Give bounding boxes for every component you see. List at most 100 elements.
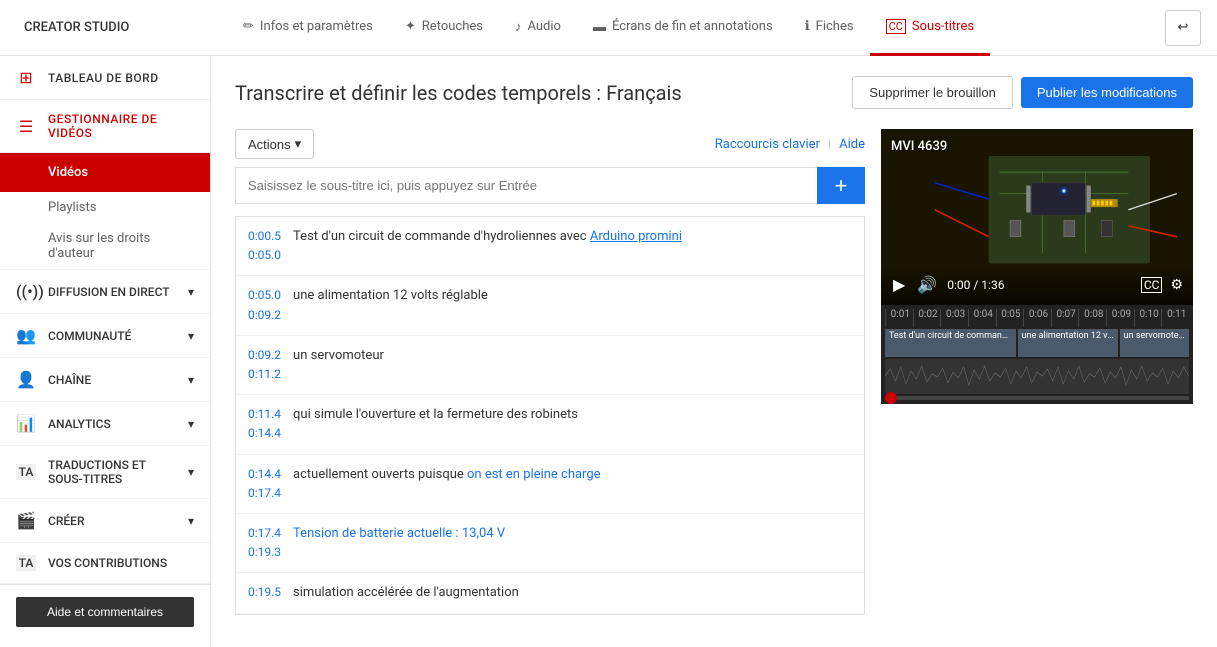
- sidebar: ⊞ TABLEAU DE BORD ☰ GESTIONNAIRE DE VIDÉ…: [0, 56, 211, 647]
- subtitle-area: Actions ▾ Raccourcis clavier | Aide +: [235, 129, 1193, 615]
- top-nav: CREATOR STUDIO ✏ Infos et paramètres ✦ R…: [0, 0, 1217, 56]
- sidebar-item-playlists[interactable]: Playlists: [0, 192, 210, 223]
- page-header: Transcrire et définir les codes temporel…: [235, 76, 1193, 109]
- subtitle-entry-7[interactable]: 0:19.5 simulation accélérée de l'augment…: [236, 573, 864, 614]
- header-actions: Supprimer le brouillon Publier les modif…: [852, 76, 1193, 109]
- subtitle-entry-6[interactable]: 0:17.4 0:19.3 Tension de batterie actuel…: [236, 514, 864, 573]
- subtitle-entry-3[interactable]: 0:09.2 0:11.2 un servomoteur: [236, 336, 864, 395]
- delete-draft-button[interactable]: Supprimer le brouillon: [852, 76, 1012, 109]
- subtitle-input[interactable]: [235, 167, 817, 204]
- video-overlay: MVI 4639 ▶ 🔊 0:00 / 1:36 CC ⚙: [881, 129, 1193, 305]
- sidebar-item-chaine[interactable]: 👤 CHAÎNE ▾: [0, 358, 210, 402]
- mark-004: 0:04: [968, 309, 996, 327]
- community-icon: 👥: [16, 326, 36, 345]
- publish-button[interactable]: Publier les modifications: [1021, 77, 1193, 108]
- captions-toggle[interactable]: CC: [1141, 277, 1163, 293]
- mark-007: 0:07: [1051, 309, 1079, 327]
- back-icon: ↩: [1178, 20, 1189, 35]
- voltage-text: Tension de batterie actuelle : 13,04 V: [293, 526, 505, 541]
- sidebar-item-tableau-de-bord[interactable]: ⊞ TABLEAU DE BORD: [0, 56, 210, 100]
- analytics-icon: 📊: [16, 414, 36, 433]
- settings-icon[interactable]: ⚙: [1170, 277, 1183, 293]
- subtitle-times-7: 0:19.5: [248, 583, 281, 602]
- separator: |: [828, 137, 831, 152]
- nav-tabs: ✏ Infos et paramètres ✦ Retouches ♪ Audi…: [227, 0, 1165, 55]
- create-icon: 🎬: [16, 511, 36, 530]
- diffusion-icon: ((•)): [16, 282, 36, 301]
- subtitle-text-1: Test d'un circuit de commande d'hydrolie…: [293, 227, 682, 247]
- video-area: MVI 4639 ▶ 🔊 0:00 / 1:36 CC ⚙: [881, 129, 1193, 615]
- mark-010: 0:10: [1134, 309, 1162, 327]
- music-icon: ♪: [515, 19, 522, 35]
- sidebar-item-creer[interactable]: 🎬 CRÉER ▾: [0, 499, 210, 543]
- info-icon: ℹ: [805, 19, 810, 34]
- video-manager-icon: ☰: [16, 117, 36, 136]
- help-feedback-button[interactable]: Aide et commentaires: [16, 597, 194, 627]
- caption-block-1: Test d'un circuit de commande d'hydrolie…: [885, 329, 1016, 357]
- subtitle-text-6: Tension de batterie actuelle : 13,04 V: [293, 524, 505, 544]
- sidebar-item-communaute[interactable]: 👥 COMMUNAUTÉ ▾: [0, 314, 210, 358]
- subtitle-entry-4[interactable]: 0:11.4 0:14.4 qui simule l'ouverture et …: [236, 395, 864, 454]
- cc-icon: CC: [886, 19, 906, 34]
- dropdown-arrow-icon: ▾: [295, 136, 302, 152]
- subtitle-text-3: un servomoteur: [293, 346, 384, 366]
- add-subtitle-button[interactable]: +: [817, 167, 865, 204]
- chevron-communaute: ▾: [188, 329, 194, 343]
- video-controls: ▶ 🔊 0:00 / 1:36 CC ⚙: [881, 265, 1193, 305]
- tab-infos[interactable]: ✏ Infos et paramètres: [227, 1, 389, 56]
- subtitle-entry-5[interactable]: 0:14.4 0:17.4 actuellement ouverts puisq…: [236, 455, 864, 514]
- back-button[interactable]: ↩: [1165, 10, 1201, 46]
- channel-icon: 👤: [16, 370, 36, 389]
- subtitle-entry-2[interactable]: 0:05.0 0:09.2 une alimentation 12 volts …: [236, 276, 864, 335]
- timeline-ruler: 0:01 0:02 0:03 0:04 0:05 0:06 0:07 0:08 …: [881, 309, 1193, 327]
- mark-006: 0:06: [1023, 309, 1051, 327]
- caption-block-2: une alimentation 12 volts réglable: [1018, 329, 1118, 357]
- arduino-link[interactable]: Arduino promini: [590, 229, 682, 244]
- keyboard-shortcuts-link[interactable]: Raccourcis clavier: [715, 137, 820, 152]
- help-link[interactable]: Aide: [839, 137, 865, 152]
- sidebar-item-gestionnaire[interactable]: ☰ GESTIONNAIRE DE VIDÉOS: [0, 100, 210, 153]
- app-logo: CREATOR STUDIO: [16, 20, 227, 35]
- actions-dropdown-button[interactable]: Actions ▾: [235, 129, 314, 159]
- sidebar-item-vos-contributions[interactable]: TA VOS CONTRIBUTIONS: [0, 543, 210, 584]
- subtitle-list[interactable]: 0:00.5 0:05.0 Test d'un circuit de comma…: [235, 216, 865, 615]
- highlight-text: on est en pleine charge: [467, 467, 601, 482]
- subtitle-times-6: 0:17.4 0:19.3: [248, 524, 281, 562]
- subtitle-times-4: 0:11.4 0:14.4: [248, 405, 281, 443]
- main-content: Transcrire et définir les codes temporel…: [211, 56, 1217, 647]
- timeline-progress[interactable]: [885, 396, 1189, 400]
- mark-011: 0:11: [1161, 309, 1189, 327]
- tab-ecrans[interactable]: ▬ Écrans de fin et annotations: [577, 1, 789, 56]
- video-player[interactable]: MVI 4639 ▶ 🔊 0:00 / 1:36 CC ⚙: [881, 129, 1193, 305]
- mark-002: 0:02: [913, 309, 941, 327]
- app-title: CREATOR STUDIO: [24, 20, 129, 35]
- tab-audio[interactable]: ♪ Audio: [499, 1, 577, 56]
- sidebar-item-analytics[interactable]: 📊 ANALYTICS ▾: [0, 402, 210, 446]
- subtitle-text-2: une alimentation 12 volts réglable: [293, 286, 488, 306]
- dashboard-icon: ⊞: [16, 68, 36, 87]
- mark-003: 0:03: [940, 309, 968, 327]
- mark-001: 0:01: [885, 309, 913, 327]
- sidebar-item-diffusion[interactable]: ((•)) DIFFUSION EN DIRECT ▾: [0, 270, 210, 314]
- screen-icon: ▬: [593, 19, 606, 35]
- subtitle-text-5: actuellement ouverts puisque on est en p…: [293, 465, 601, 485]
- subtitle-editor: Actions ▾ Raccourcis clavier | Aide +: [235, 129, 865, 615]
- tab-retouches[interactable]: ✦ Retouches: [389, 1, 499, 56]
- volume-button[interactable]: 🔊: [915, 273, 939, 297]
- keyboard-help-links: Raccourcis clavier | Aide: [715, 137, 865, 152]
- sidebar-item-traductions[interactable]: TA TRADUCTIONS ET SOUS-TITRES ▾: [0, 446, 210, 499]
- sparkle-icon: ✦: [405, 19, 416, 34]
- chevron-creer: ▾: [188, 514, 194, 528]
- translate-icon: TA: [16, 464, 36, 480]
- tab-fiches[interactable]: ℹ Fiches: [789, 1, 870, 56]
- sidebar-item-avis[interactable]: Avis sur les droits d'auteur: [0, 223, 210, 270]
- edit-icon: ✏: [243, 19, 254, 34]
- progress-dot: [885, 392, 897, 404]
- sidebar-item-videos[interactable]: Vidéos: [0, 153, 210, 192]
- tab-soustitres[interactable]: CC Sous-titres: [870, 1, 990, 56]
- chevron-diffusion: ▾: [188, 285, 194, 299]
- play-button[interactable]: ▶: [891, 273, 907, 297]
- timeline-captions: Test d'un circuit de commande d'hydrolie…: [885, 329, 1189, 357]
- video-timeline: 0:01 0:02 0:03 0:04 0:05 0:06 0:07 0:08 …: [881, 305, 1193, 404]
- subtitle-entry-1[interactable]: 0:00.5 0:05.0 Test d'un circuit de comma…: [236, 217, 864, 276]
